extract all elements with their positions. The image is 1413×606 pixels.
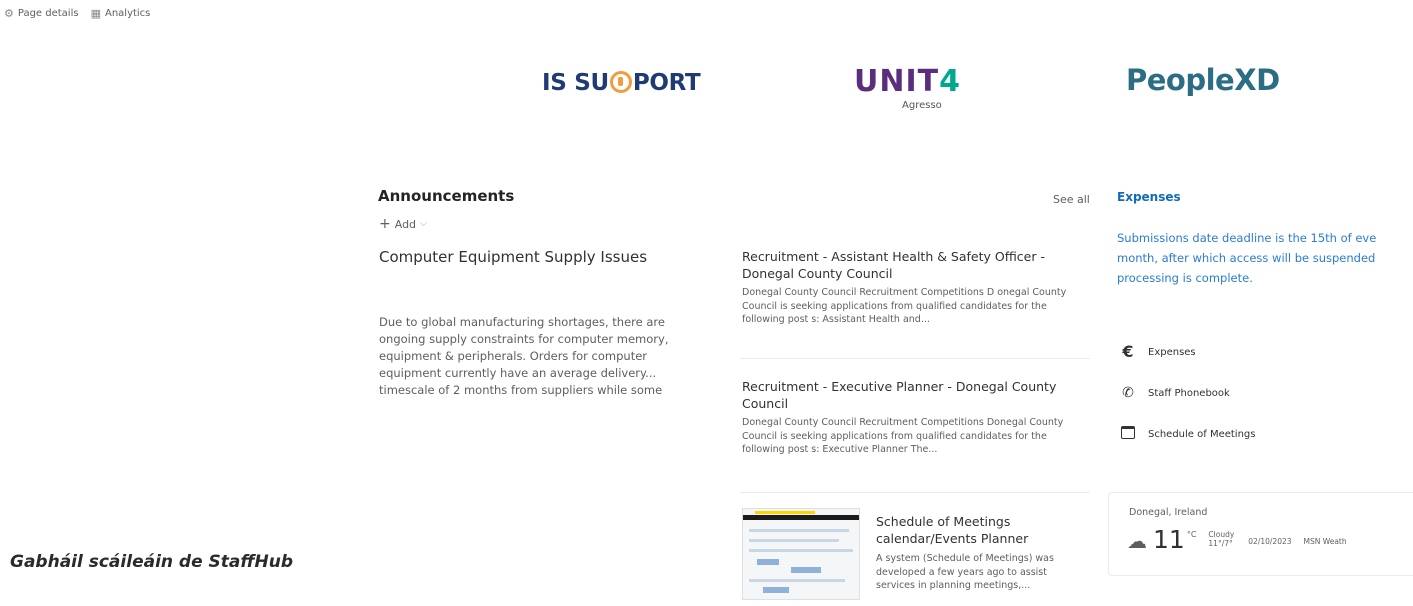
calendar-icon xyxy=(1120,426,1136,442)
hero-news-title[interactable]: Computer Equipment Supply Issues xyxy=(379,248,647,266)
news-item-snippet: A system (Schedule of Meetings) was deve… xyxy=(876,553,1054,591)
analytics-icon: ▦ xyxy=(90,7,101,20)
plus-icon: + xyxy=(379,216,391,232)
support-o-icon xyxy=(609,71,632,93)
euro-icon: € xyxy=(1122,342,1134,361)
divider xyxy=(740,358,1090,359)
command-bar: ⚙ Page details ▦ Analytics xyxy=(4,8,158,19)
add-label: Add xyxy=(394,217,417,231)
expenses-title[interactable]: Expenses xyxy=(1117,190,1181,204)
news-item-snippet: Donegal County Council Recruitment Compe… xyxy=(742,417,1064,455)
news-item-title[interactable]: Recruitment - Executive Planner - Donega… xyxy=(742,378,1090,412)
weather-source[interactable]: MSN Weath xyxy=(1304,537,1347,546)
add-announcement-button[interactable]: + Add ⌵ xyxy=(379,216,427,232)
is-support-logo[interactable]: IS SU PORT xyxy=(542,70,701,96)
quick-link-label: Expenses xyxy=(1148,346,1196,358)
news-item[interactable]: Recruitment - Executive Planner - Donega… xyxy=(742,378,1090,457)
peoplexd-logo[interactable]: PeopleXD xyxy=(1126,63,1280,97)
news-thumbnail-image[interactable] xyxy=(742,508,860,600)
quick-link-schedule-of-meetings[interactable]: Schedule of Meetings xyxy=(1120,426,1255,442)
screenshot-caption: Gabháil scáileáin de StaffHub xyxy=(10,552,294,572)
announcements-title: Announcements xyxy=(378,187,515,205)
see-all-link[interactable]: See all xyxy=(1053,193,1090,206)
page-details-label: Page details xyxy=(17,8,79,19)
weather-card[interactable]: Donegal, Ireland ☁ 11 °C Cloudy 11°/7° 0… xyxy=(1108,492,1413,576)
weather-location: Donegal, Ireland xyxy=(1129,507,1208,518)
quick-link-expenses[interactable]: € Expenses xyxy=(1120,342,1196,361)
quick-link-label: Staff Phonebook xyxy=(1148,387,1230,399)
weather-condition: Cloudy 11°/7° xyxy=(1208,530,1235,548)
divider xyxy=(740,492,1090,493)
chevron-down-icon: ⌵ xyxy=(420,219,427,229)
news-item-title[interactable]: Schedule of Meetings calendar/Events Pla… xyxy=(876,513,1086,547)
unit4-logo[interactable]: UNIT4 xyxy=(854,64,961,99)
analytics-button[interactable]: ▦ Analytics xyxy=(91,8,151,19)
cloud-icon: ☁ xyxy=(1127,529,1147,553)
quick-link-label: Schedule of Meetings xyxy=(1148,428,1256,440)
analytics-label: Analytics xyxy=(104,8,151,19)
expenses-description: Submissions date deadline is the 15th of… xyxy=(1117,231,1377,285)
weather-date: 02/10/2023 xyxy=(1248,537,1292,546)
page-details-button[interactable]: ⚙ Page details xyxy=(4,8,79,19)
news-item-title[interactable]: Recruitment - Assistant Health & Safety … xyxy=(742,248,1090,282)
weather-unit: °C xyxy=(1186,530,1197,539)
news-item[interactable]: Schedule of Meetings calendar/Events Pla… xyxy=(742,508,1090,606)
unit4-logo-subtitle: Agresso xyxy=(902,100,942,111)
phone-icon: ✆ xyxy=(1122,385,1134,401)
weather-temperature: 11 xyxy=(1153,525,1185,554)
news-item-snippet: Donegal County Council Recruitment Compe… xyxy=(742,287,1067,325)
gear-icon: ⚙ xyxy=(4,7,14,20)
quick-link-staff-phonebook[interactable]: ✆ Staff Phonebook xyxy=(1120,386,1230,400)
hero-news-description: Due to global manufacturing shortages, t… xyxy=(379,315,669,397)
news-item[interactable]: Recruitment - Assistant Health & Safety … xyxy=(742,248,1090,327)
